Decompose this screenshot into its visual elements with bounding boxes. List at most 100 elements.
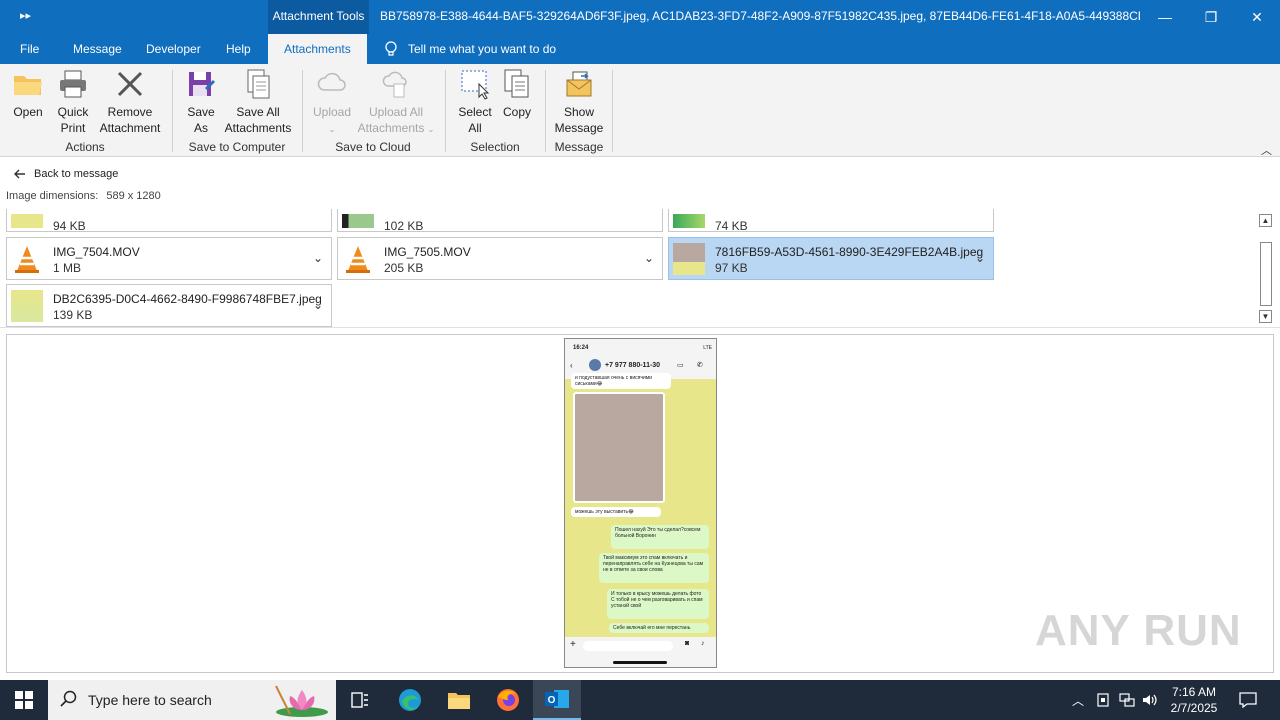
attachments-scrollbar[interactable]: ▲ ▼ bbox=[1257, 209, 1274, 326]
select-all-icon bbox=[461, 70, 490, 100]
attachment-name: IMG_7504.MOV bbox=[53, 245, 140, 259]
attachment-dropdown-chevron-icon[interactable]: ⌄ bbox=[313, 298, 323, 312]
firefox-taskbar-button[interactable] bbox=[484, 680, 532, 720]
task-view-icon bbox=[351, 692, 368, 708]
close-button[interactable]: ✕ bbox=[1234, 0, 1280, 34]
open-label: Open bbox=[13, 105, 43, 119]
network-device-icon[interactable] bbox=[1093, 680, 1113, 720]
window-title: BB758978-E388-4644-BAF5-329264AD6F3F.jpe… bbox=[380, 9, 1140, 23]
menu-file[interactable]: File bbox=[20, 34, 39, 64]
volume-icon[interactable] bbox=[1140, 680, 1160, 720]
back-to-message-link[interactable]: Back to message bbox=[14, 168, 118, 180]
show-message-button[interactable]: Show Message bbox=[554, 68, 604, 136]
group-actions-label: Actions bbox=[65, 140, 105, 154]
attachment-size: 139 KB bbox=[53, 308, 93, 322]
back-arrow-icon bbox=[14, 169, 25, 179]
phone-contact: +7 977 880-11-30 bbox=[605, 362, 661, 369]
attachment-item-selected[interactable]: 7816FB59-A53D-4561-8990-3E429FEB2A4B.jpe… bbox=[668, 237, 994, 280]
save-as-button[interactable]: Save As bbox=[182, 68, 220, 136]
minimize-button[interactable]: — bbox=[1142, 0, 1188, 34]
scrollbar-thumb[interactable] bbox=[1260, 242, 1272, 306]
phone-time: 16:24 bbox=[573, 345, 589, 351]
menu-developer[interactable]: Developer bbox=[146, 34, 201, 64]
outlook-taskbar-button[interactable]: O bbox=[533, 680, 581, 720]
remove-attachment-button[interactable]: Remove Attachment bbox=[96, 68, 164, 136]
attachment-item[interactable]: IMG_7505.MOV 205 KB ⌄ bbox=[337, 237, 663, 280]
phone-message-field bbox=[583, 641, 673, 651]
group-separator bbox=[612, 70, 613, 152]
image-thumbnail-icon bbox=[342, 214, 374, 228]
menu-bar: File Message Developer Help Attachments … bbox=[0, 34, 1280, 64]
image-thumbnail-icon bbox=[11, 290, 43, 322]
scroll-down-arrow-icon[interactable]: ▼ bbox=[1259, 310, 1272, 323]
open-button[interactable]: Open bbox=[8, 68, 48, 120]
attachment-dropdown-chevron-icon[interactable]: ⌄ bbox=[644, 251, 654, 265]
upload-all-label-1: Upload All bbox=[368, 105, 424, 119]
attachment-size: 205 KB bbox=[384, 261, 424, 275]
back-bar: Back to message Image dimensions: 589 x 1… bbox=[0, 157, 1280, 209]
taskbar: Type here to search O ︿ 7:16 AM 2/7/2025 bbox=[0, 680, 1280, 720]
watermark-logo: ANY RUN bbox=[1035, 606, 1242, 655]
menu-message[interactable]: Message bbox=[73, 34, 122, 64]
clock-time: 7:16 AM bbox=[1171, 685, 1217, 699]
chat-bubble-incoming: можешь эту выставить😂 bbox=[571, 507, 661, 517]
attachment-name: DB2C6395-D0C4-4662-8490-F9986748FBE7.jpe… bbox=[53, 292, 322, 306]
menu-help[interactable]: Help bbox=[226, 34, 251, 64]
ribbon: Open Quick Print Remove Attachment Actio… bbox=[0, 64, 1280, 157]
group-separator bbox=[545, 70, 546, 152]
video-call-icon: ▭ bbox=[677, 362, 684, 369]
show-hidden-icons-chevron-icon[interactable]: ︿ bbox=[1068, 680, 1088, 720]
remove-x-icon bbox=[117, 71, 143, 97]
attachment-dropdown-chevron-icon[interactable]: ⌄ bbox=[975, 251, 985, 265]
upload-all-attachments-button[interactable]: Upload All Attachments ⌄ bbox=[356, 68, 436, 138]
chat-bubble-outgoing: И только в крысу можешь делать фото С то… bbox=[607, 589, 709, 619]
taskbar-clock[interactable]: 7:16 AM 2/7/2025 bbox=[1160, 684, 1228, 716]
back-chevron-icon: ‹ bbox=[570, 361, 573, 370]
attachment-item[interactable]: IMG_7504.MOV 1 MB ⌄ bbox=[6, 237, 332, 280]
network-icon[interactable] bbox=[1116, 680, 1138, 720]
lightbulb-icon bbox=[385, 41, 397, 56]
file-explorer-taskbar-button[interactable] bbox=[435, 680, 483, 720]
menu-attachments[interactable]: Attachments bbox=[268, 34, 367, 64]
taskbar-search-box[interactable]: Type here to search bbox=[48, 680, 336, 720]
collapse-ribbon-chevron-icon[interactable]: ︿ bbox=[1261, 142, 1272, 158]
outlook-icon: O bbox=[545, 690, 569, 708]
image-thumbnail-icon bbox=[11, 214, 43, 228]
plus-icon: + bbox=[570, 639, 576, 650]
image-dimensions: Image dimensions: 589 x 1280 bbox=[6, 190, 161, 202]
documents-icon bbox=[247, 69, 270, 99]
dropdown-chevron-icon: ⌄ bbox=[328, 125, 336, 134]
select-all-button[interactable]: Select All bbox=[454, 68, 496, 136]
select-all-label-1: Select bbox=[458, 105, 492, 119]
save-as-label-1: Save bbox=[187, 105, 215, 119]
lotus-flower-icon bbox=[275, 685, 328, 717]
group-save-cloud-label: Save to Cloud bbox=[335, 140, 411, 154]
edge-taskbar-button[interactable] bbox=[386, 680, 434, 720]
save-all-label-1: Save All bbox=[236, 105, 280, 119]
restore-button[interactable]: ❐ bbox=[1188, 0, 1234, 34]
task-view-button[interactable] bbox=[336, 680, 384, 720]
copy-button[interactable]: Copy bbox=[500, 68, 534, 120]
attachment-item[interactable]: 94 KB ⌄ bbox=[6, 209, 332, 233]
preview-image: 16:24 LTE ‹ +7 977 880-11-30 ▭ ✆ и подус… bbox=[564, 338, 717, 668]
attachment-item[interactable]: DB2C6395-D0C4-4662-8490-F9986748FBE7.jpe… bbox=[6, 284, 332, 327]
attachment-size: 102 KB bbox=[384, 219, 424, 233]
quick-print-button[interactable]: Quick Print bbox=[52, 68, 94, 136]
show-message-label-1: Show bbox=[563, 105, 595, 119]
tell-me-box[interactable]: Tell me what you want to do bbox=[384, 34, 556, 64]
upload-button[interactable]: Upload ⌄ bbox=[310, 68, 354, 138]
scroll-up-arrow-icon[interactable]: ▲ bbox=[1259, 214, 1272, 227]
quick-access-toolbar-icon[interactable]: ▸▸ bbox=[20, 9, 40, 25]
notifications-button[interactable] bbox=[1234, 680, 1262, 720]
quick-print-label-1: Quick bbox=[57, 105, 89, 119]
chat-bubble-incoming: и подуставшая очень с висячими сиськами😂 bbox=[571, 373, 671, 389]
attachment-size: 74 KB bbox=[715, 219, 748, 233]
group-selection-label: Selection bbox=[470, 140, 520, 154]
attachment-item[interactable]: 74 KB ⌄ bbox=[668, 209, 994, 233]
save-all-attachments-button[interactable]: Save All Attachments bbox=[222, 68, 294, 136]
wired-network-icon bbox=[1119, 693, 1135, 707]
attachment-item[interactable]: 102 KB ⌄ bbox=[337, 209, 663, 233]
start-button[interactable] bbox=[0, 680, 48, 720]
attachment-dropdown-chevron-icon[interactable]: ⌄ bbox=[313, 251, 323, 265]
folder-icon bbox=[448, 693, 470, 709]
